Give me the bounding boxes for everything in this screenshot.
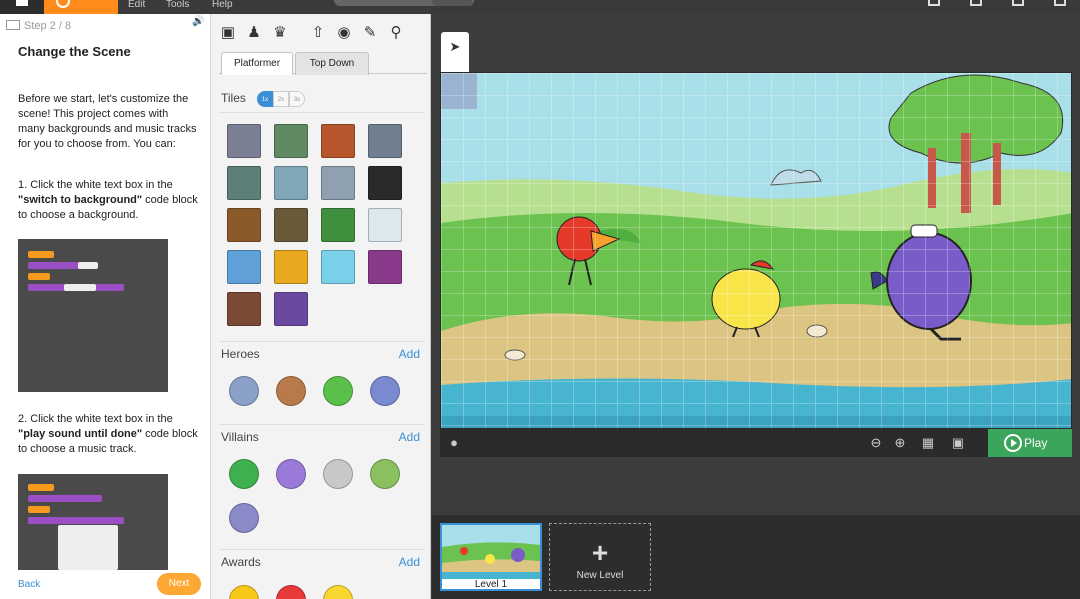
tile-swatch[interactable] xyxy=(321,250,355,284)
fullscreen-icon[interactable] xyxy=(1054,0,1066,6)
size-2x-button[interactable]: 2x xyxy=(273,91,289,107)
level-1-label: Level 1 xyxy=(474,579,508,590)
asset-tabs: Platformer Top Down xyxy=(219,52,427,75)
tile-swatch[interactable] xyxy=(274,124,308,158)
background-image-icon[interactable]: ▣ xyxy=(219,24,237,42)
divider xyxy=(219,341,425,342)
play-icon xyxy=(1004,434,1022,452)
pointer-tool-icon[interactable]: ➤ xyxy=(448,40,462,54)
new-level-button[interactable]: + New Level xyxy=(549,523,651,591)
award-sprite[interactable] xyxy=(229,585,259,599)
save-icon[interactable] xyxy=(928,0,940,6)
add-villains-link[interactable]: Add xyxy=(399,430,420,444)
character-icon[interactable]: ♟ xyxy=(245,24,263,42)
tile-swatch[interactable] xyxy=(227,166,261,200)
tile-swatch[interactable] xyxy=(227,292,261,326)
paintbrush-icon[interactable]: ✎ xyxy=(361,24,379,42)
share-icon[interactable] xyxy=(970,0,982,6)
fit-screen-icon[interactable]: ▣ xyxy=(950,435,966,451)
play-button[interactable]: Play xyxy=(988,429,1072,457)
hero-sprite[interactable] xyxy=(229,376,259,406)
asset-panel: ▣ ♟ ♛ ⇧ ◉ ✎ ⚲ Platformer Top Down Tiles … xyxy=(210,14,431,599)
stage-controls: ● ⊖ ⊕ ▦ ▣ xyxy=(440,429,1072,457)
tab-top-down[interactable]: Top Down xyxy=(295,52,369,75)
level-1-preview xyxy=(442,525,540,579)
instruction-step-1: 1. Click the white text box in the "swit… xyxy=(18,179,198,221)
top-menu-bar: Edit Tools Help xyxy=(0,0,1080,14)
tile-swatch[interactable] xyxy=(368,166,402,200)
profile-icon[interactable] xyxy=(1012,0,1024,6)
back-link[interactable]: Back xyxy=(18,579,40,590)
next-button[interactable]: Next xyxy=(157,573,201,595)
villain-sprite[interactable] xyxy=(229,503,259,533)
tile-swatch[interactable] xyxy=(368,208,402,242)
new-level-label: New Level xyxy=(576,570,624,581)
code-block-screenshot-2 xyxy=(18,474,168,570)
award-sprite[interactable] xyxy=(323,585,353,599)
instruction-panel: Step 2 / 8 🔊 Change the Scene Before we … xyxy=(0,14,210,599)
menu-edit[interactable]: Edit xyxy=(128,0,145,10)
instruction-intro: Before we start, let's customize the sce… xyxy=(18,93,197,150)
help-circle-icon xyxy=(56,0,70,8)
asset-toolbar: ▣ ♟ ♛ ⇧ ◉ ✎ ⚲ xyxy=(219,24,405,42)
tile-swatch[interactable] xyxy=(274,166,308,200)
upload-icon[interactable]: ⇧ xyxy=(309,24,327,42)
tile-swatch[interactable] xyxy=(227,124,261,158)
bug-icon[interactable]: ● xyxy=(446,435,462,451)
tile-swatch[interactable] xyxy=(274,292,308,326)
tile-swatch[interactable] xyxy=(321,124,355,158)
tab-platformer[interactable]: Platformer xyxy=(221,52,293,75)
award-sprite[interactable] xyxy=(276,585,306,599)
size-3x-button[interactable]: 3x xyxy=(289,91,305,107)
heroes-label: Heroes xyxy=(221,347,260,361)
instruction-title: Change the Scene xyxy=(18,44,131,59)
tile-swatch[interactable] xyxy=(368,124,402,158)
divider xyxy=(219,549,425,550)
camera-icon[interactable]: ◉ xyxy=(335,24,353,42)
menu-help[interactable]: Help xyxy=(212,0,233,10)
home-button[interactable] xyxy=(0,0,44,14)
project-button[interactable] xyxy=(44,0,118,14)
grid-toggle-icon[interactable]: ▦ xyxy=(920,435,936,451)
zoom-in-icon[interactable]: ⊕ xyxy=(892,435,908,451)
tile-swatch[interactable] xyxy=(274,208,308,242)
tile-size-selector: 1x 2x 3x xyxy=(257,91,305,107)
menu-tools[interactable]: Tools xyxy=(166,0,189,10)
villain-sprite[interactable] xyxy=(276,459,306,489)
plus-icon: + xyxy=(591,537,609,568)
hero-sprite[interactable] xyxy=(276,376,306,406)
instruction-step-2: 2. Click the white text box in the "play… xyxy=(18,413,198,455)
villain-sprite[interactable] xyxy=(323,459,353,489)
divider xyxy=(219,112,425,113)
villain-sprite[interactable] xyxy=(370,459,400,489)
villain-sprite[interactable] xyxy=(229,459,259,489)
tile-swatch[interactable] xyxy=(321,166,355,200)
size-1x-button[interactable]: 1x xyxy=(257,91,273,107)
tile-swatch[interactable] xyxy=(274,250,308,284)
tile-swatch[interactable] xyxy=(227,208,261,242)
awards-label: Awards xyxy=(221,555,261,569)
speaker-icon[interactable]: 🔊 xyxy=(192,16,204,27)
stage-grid xyxy=(441,73,1071,428)
microphone-icon[interactable]: ⚲ xyxy=(387,24,405,42)
home-icon xyxy=(16,0,28,6)
tile-swatch[interactable] xyxy=(368,250,402,284)
hero-sprite[interactable] xyxy=(370,376,400,406)
game-stage[interactable] xyxy=(440,72,1072,429)
divider xyxy=(219,424,425,425)
running-figure-icon[interactable]: ♛ xyxy=(271,24,289,42)
hero-sprite[interactable] xyxy=(323,376,353,406)
villains-label: Villains xyxy=(221,430,259,444)
book-icon xyxy=(6,20,20,30)
tiles-label: Tiles xyxy=(221,91,246,105)
code-block-screenshot-1 xyxy=(18,239,168,392)
stage-handle xyxy=(432,0,472,6)
add-heroes-link[interactable]: Add xyxy=(399,347,420,361)
tile-swatch[interactable] xyxy=(321,208,355,242)
zoom-out-icon[interactable]: ⊖ xyxy=(868,435,884,451)
step-indicator: Step 2 / 8 xyxy=(6,20,71,32)
level-1-thumbnail[interactable]: Level 1 xyxy=(440,523,542,591)
tile-swatch[interactable] xyxy=(227,250,261,284)
add-awards-link[interactable]: Add xyxy=(399,555,420,569)
